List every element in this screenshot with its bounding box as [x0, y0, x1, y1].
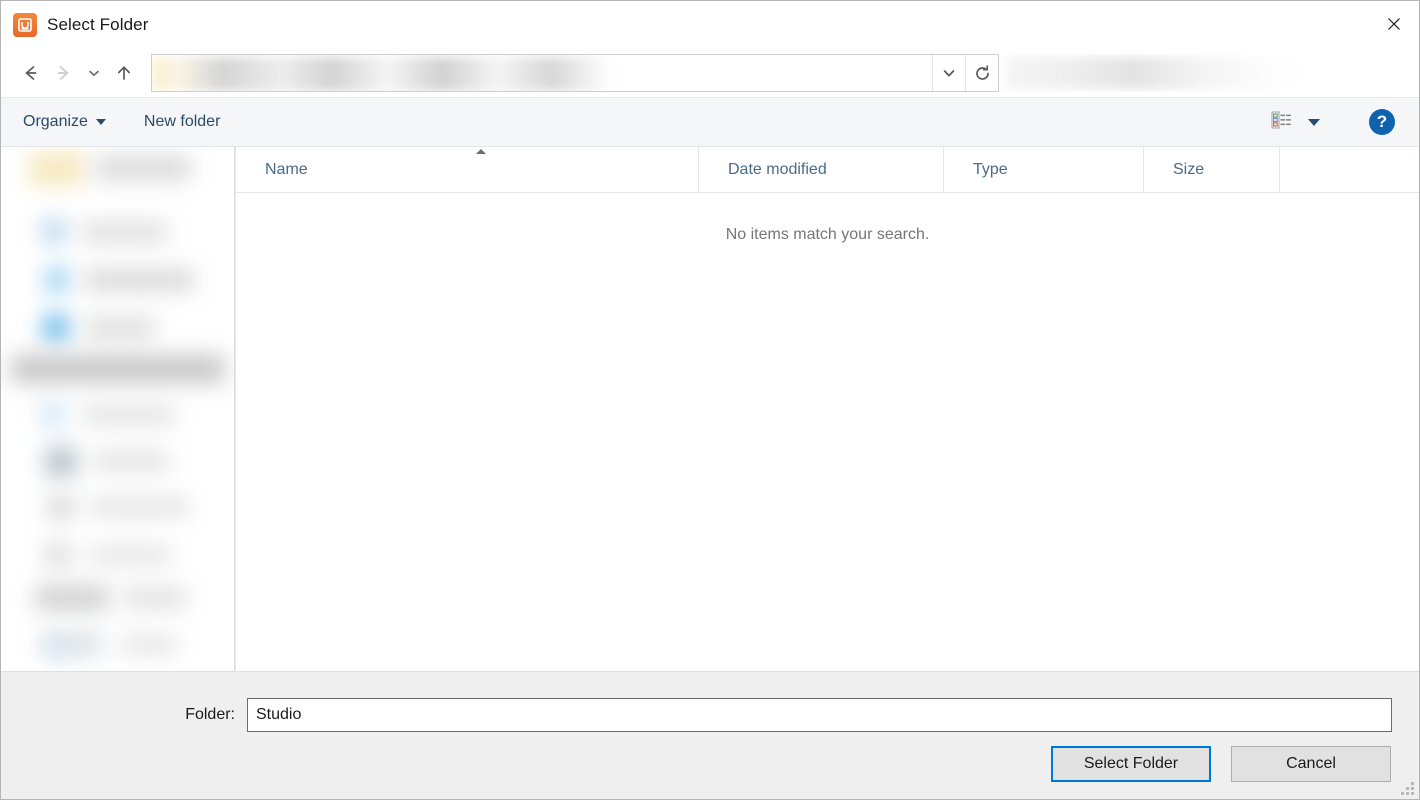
- empty-state-message: No items match your search.: [236, 193, 1419, 671]
- sidebar-redacted-block: [45, 543, 71, 567]
- organize-button[interactable]: Organize: [23, 113, 106, 131]
- sidebar-redacted-block: [123, 587, 187, 609]
- resize-grip-icon[interactable]: [1401, 782, 1415, 796]
- help-label: ?: [1377, 112, 1387, 132]
- sidebar-redacted-block: [83, 405, 175, 425]
- new-folder-label: New folder: [144, 113, 220, 131]
- sidebar-redacted-block: [11, 355, 225, 383]
- select-folder-button-label: Select Folder: [1084, 755, 1178, 773]
- back-icon[interactable]: [13, 56, 47, 90]
- folder-row: Folder:: [1, 672, 1419, 732]
- command-bar: Organize New folder: [1, 97, 1419, 147]
- change-view-button[interactable]: [1266, 105, 1324, 140]
- help-icon[interactable]: ?: [1369, 109, 1395, 135]
- column-header-date-modified[interactable]: Date modified: [699, 147, 944, 193]
- column-header-row: Name Date modified Type Size: [236, 147, 1419, 193]
- folder-label: Folder:: [1, 706, 247, 724]
- sidebar-redacted-block: [81, 221, 167, 243]
- organize-label: Organize: [23, 113, 88, 131]
- title-bar: Select Folder: [1, 1, 1419, 49]
- sidebar-redacted-block: [85, 317, 155, 339]
- sort-ascending-icon: [476, 149, 486, 154]
- up-icon[interactable]: [107, 56, 141, 90]
- refresh-icon[interactable]: [965, 55, 998, 91]
- navigation-bar: [1, 49, 1419, 97]
- dialog-body: Name Date modified Type Size No items ma…: [1, 147, 1419, 671]
- column-header-size-label: Size: [1173, 161, 1204, 179]
- sidebar-redacted-block: [45, 267, 69, 293]
- close-button[interactable]: [1369, 1, 1419, 47]
- sidebar-redacted-block: [41, 219, 67, 243]
- window-title: Select Folder: [47, 15, 148, 35]
- address-path-redacted: [152, 57, 617, 91]
- sidebar-redacted-block: [47, 495, 75, 519]
- select-folder-button[interactable]: Select Folder: [1051, 746, 1211, 782]
- sidebar-redacted-block: [91, 497, 189, 517]
- sidebar-redacted-block: [89, 545, 171, 565]
- column-header-type-label: Type: [973, 161, 1008, 179]
- select-folder-dialog: Select Folder: [0, 0, 1420, 800]
- column-header-date-modified-label: Date modified: [728, 161, 827, 179]
- sidebar-redacted-block: [121, 635, 177, 655]
- sidebar-redacted-block: [29, 152, 85, 186]
- dialog-footer: Folder: Select Folder Cancel: [1, 671, 1419, 799]
- view-options-caret-down-icon[interactable]: [1308, 119, 1320, 126]
- forward-icon: [47, 56, 81, 90]
- column-header-name[interactable]: Name: [236, 147, 699, 193]
- address-bar[interactable]: [151, 54, 999, 92]
- column-header-name-label: Name: [265, 161, 308, 179]
- file-list-pane: Name Date modified Type Size No items ma…: [236, 147, 1419, 671]
- app-logo-icon: [13, 13, 37, 37]
- navigation-pane[interactable]: [1, 147, 235, 671]
- recent-locations-chevron-down-icon[interactable]: [81, 56, 107, 90]
- caret-down-icon: [96, 119, 106, 125]
- details-view-icon: [1270, 109, 1292, 136]
- sidebar-redacted-block: [85, 269, 195, 291]
- column-header-filler: [1280, 147, 1419, 193]
- sidebar-redacted-block: [45, 447, 77, 477]
- sidebar-redacted-block: [43, 315, 69, 341]
- sidebar-redacted-block: [35, 585, 109, 611]
- cancel-button[interactable]: Cancel: [1231, 746, 1391, 782]
- footer-button-row: Select Folder Cancel: [1, 732, 1419, 782]
- sidebar-redacted-block: [47, 643, 65, 657]
- sidebar-redacted-block: [41, 403, 65, 427]
- address-chevron-down-icon[interactable]: [932, 55, 965, 91]
- new-folder-button[interactable]: New folder: [144, 113, 220, 131]
- column-header-size[interactable]: Size: [1144, 147, 1280, 193]
- sidebar-redacted-block: [93, 451, 169, 471]
- cancel-button-label: Cancel: [1286, 755, 1336, 773]
- sidebar-redacted-block: [95, 155, 191, 181]
- search-text-redacted: [1005, 57, 1305, 89]
- search-box[interactable]: [1001, 54, 1407, 92]
- folder-input[interactable]: [247, 698, 1392, 732]
- column-header-type[interactable]: Type: [944, 147, 1144, 193]
